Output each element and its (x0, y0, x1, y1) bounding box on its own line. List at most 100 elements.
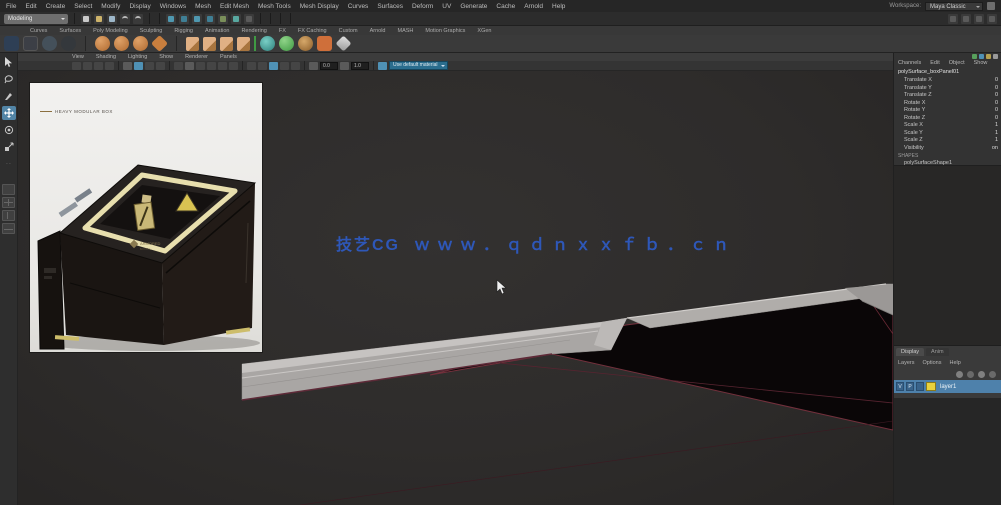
menu-cache[interactable]: Cache (496, 3, 515, 10)
show-menu[interactable]: Show (974, 60, 988, 66)
channel-row[interactable]: Scale X1 (898, 122, 998, 130)
panel-menu-shading[interactable]: Shading (96, 54, 116, 60)
poly-cylinder-icon[interactable] (133, 36, 148, 51)
use-all-lights-icon[interactable] (207, 61, 216, 70)
display-layer-row-selected[interactable]: V P layer1 (894, 380, 1001, 393)
new-scene-icon[interactable] (81, 13, 91, 24)
workspace-dropdown[interactable]: Maya Classic (925, 1, 983, 11)
exposure-field[interactable]: 0.0 (320, 61, 338, 70)
motion-blur-icon[interactable] (247, 61, 256, 70)
render-icon[interactable] (231, 13, 241, 24)
layer-visibility-toggle[interactable]: V (896, 382, 904, 391)
ep-curve-icon[interactable] (23, 36, 38, 51)
make-live-icon[interactable] (218, 13, 228, 24)
gate-mask-icon[interactable] (156, 61, 165, 70)
snap-to-point-icon[interactable] (192, 13, 202, 24)
channel-row[interactable]: Scale Z1 (898, 137, 998, 145)
channels-menu[interactable]: Channels (898, 60, 921, 66)
menu-uv[interactable]: UV (442, 3, 451, 10)
layout-persp-outliner-icon[interactable] (2, 223, 15, 234)
menu-mesh-tools[interactable]: Mesh Tools (258, 3, 291, 10)
menu-modify[interactable]: Modify (101, 3, 120, 10)
channel-row[interactable]: Translate Z0 (898, 92, 998, 100)
layout-two-pane-icon[interactable] (2, 210, 15, 221)
shelf-tab[interactable]: Surfaces (59, 28, 81, 34)
paint-select-tool-icon[interactable] (2, 89, 16, 103)
show-yellow-toggle-icon[interactable] (986, 54, 991, 59)
lasso-tool-icon[interactable] (2, 72, 16, 86)
menu-mesh-display[interactable]: Mesh Display (300, 3, 339, 10)
three-point-arc-icon[interactable] (61, 36, 76, 51)
layers-menu[interactable]: Layers (898, 360, 915, 366)
menu-deform[interactable]: Deform (412, 3, 433, 10)
shelf-tab[interactable]: Sculpting (140, 28, 163, 34)
rotate-tool-icon[interactable] (2, 123, 16, 137)
last-tool-icon[interactable]: · · (2, 157, 16, 171)
shelf-tab[interactable]: Motion Graphics (425, 28, 465, 34)
panel-menu-lighting[interactable]: Lighting (128, 54, 147, 60)
object-menu[interactable]: Object (949, 60, 965, 66)
plane-y-icon[interactable] (203, 36, 216, 51)
poly-sphere-icon[interactable] (95, 36, 110, 51)
menu-arnold[interactable]: Arnold (524, 3, 543, 10)
help-menu[interactable]: Help (949, 360, 960, 366)
multisampling-icon[interactable] (258, 61, 267, 70)
new-layer-from-selected-icon[interactable] (989, 371, 996, 378)
layout-single-pane-icon[interactable] (2, 184, 15, 195)
depth-of-field-icon[interactable] (269, 61, 278, 70)
grid-icon[interactable] (123, 61, 132, 70)
channel-row[interactable]: Rotate Z0 (898, 115, 998, 123)
move-layer-down-icon[interactable] (967, 371, 974, 378)
gamma-field[interactable]: 1.0 (351, 61, 369, 70)
bevel-icon[interactable] (298, 36, 313, 51)
menu-windows[interactable]: Windows (160, 3, 186, 10)
resolution-gate-icon[interactable] (145, 61, 154, 70)
menu-set-dropdown[interactable]: Modeling (4, 13, 68, 24)
textured-icon[interactable] (196, 61, 205, 70)
shadows-icon[interactable] (218, 61, 227, 70)
film-gate-icon[interactable] (134, 61, 143, 70)
toggle-modeling-toolkit-icon[interactable] (948, 13, 958, 24)
bookmark-icon[interactable] (105, 61, 114, 70)
toggle-attribute-editor-icon[interactable] (961, 13, 971, 24)
tab-anim[interactable]: Anim (926, 348, 949, 356)
plane-x-icon[interactable] (186, 36, 199, 51)
poly-plane-icon[interactable] (151, 35, 168, 52)
edit-menu[interactable]: Edit (930, 60, 939, 66)
shelf-tab[interactable]: Curves (30, 28, 47, 34)
menu-edit-mesh[interactable]: Edit Mesh (220, 3, 249, 10)
select-camera-icon[interactable] (72, 61, 81, 70)
material-override-dropdown[interactable]: Use default material (389, 61, 449, 70)
isolate-select-icon[interactable] (280, 61, 289, 70)
multi-cut-icon[interactable] (335, 35, 352, 52)
channel-row[interactable]: Rotate X0 (898, 100, 998, 108)
tab-display[interactable]: Display (896, 348, 925, 356)
layer-name[interactable]: layer1 (938, 384, 956, 390)
shelf-tab[interactable]: Arnold (370, 28, 386, 34)
shelf-tab[interactable]: Rigging (174, 28, 193, 34)
layout-four-pane-icon[interactable] (2, 197, 15, 208)
view-transform-icon[interactable] (378, 61, 387, 70)
exposure-icon[interactable] (309, 61, 318, 70)
toggle-channel-box-icon[interactable] (987, 13, 997, 24)
xray-icon[interactable] (291, 61, 300, 70)
channel-box-object-name[interactable]: polySurface_boxPanel01 (898, 69, 998, 75)
channel-row[interactable]: Rotate Y0 (898, 107, 998, 115)
wireframe-icon[interactable] (174, 61, 183, 70)
lock-camera-icon[interactable] (83, 61, 92, 70)
poly-cube-icon[interactable] (114, 36, 129, 51)
nurbs-sphere-icon[interactable] (260, 36, 275, 51)
new-empty-layer-icon[interactable] (978, 371, 985, 378)
menu-display[interactable]: Display (129, 3, 150, 10)
move-layer-up-icon[interactable] (956, 371, 963, 378)
channel-row[interactable]: Translate Y0 (898, 85, 998, 93)
open-scene-icon[interactable] (94, 13, 104, 24)
layer-color-swatch[interactable] (926, 382, 936, 391)
menu-file[interactable]: File (6, 3, 16, 10)
menu-generate[interactable]: Generate (460, 3, 487, 10)
channel-row[interactable]: Visibility on (898, 145, 998, 153)
redo-icon[interactable] (133, 13, 143, 24)
show-green-toggle-icon[interactable] (972, 54, 977, 59)
panel-menu-show[interactable]: Show (159, 54, 173, 60)
pencil-curve-icon[interactable] (42, 36, 57, 51)
